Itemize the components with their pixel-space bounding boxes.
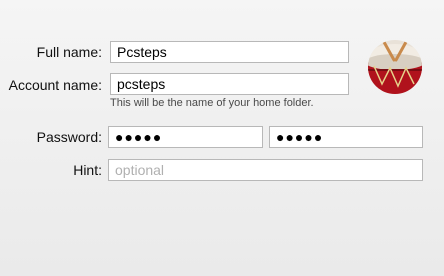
account-name-label: Account name: (8, 77, 102, 93)
hint-field[interactable] (108, 159, 423, 181)
hint-label: Hint: (73, 162, 102, 178)
account-name-field[interactable] (110, 73, 349, 95)
full-name-label: Full name: (36, 44, 102, 60)
password-label: Password: (36, 129, 102, 145)
password-field[interactable] (108, 126, 263, 148)
full-name-field[interactable] (110, 41, 349, 63)
user-avatar[interactable] (368, 40, 422, 94)
drum-avatar-icon (368, 40, 422, 94)
home-folder-hint: This will be the name of your home folde… (110, 97, 314, 109)
verify-password-field[interactable] (269, 126, 423, 148)
